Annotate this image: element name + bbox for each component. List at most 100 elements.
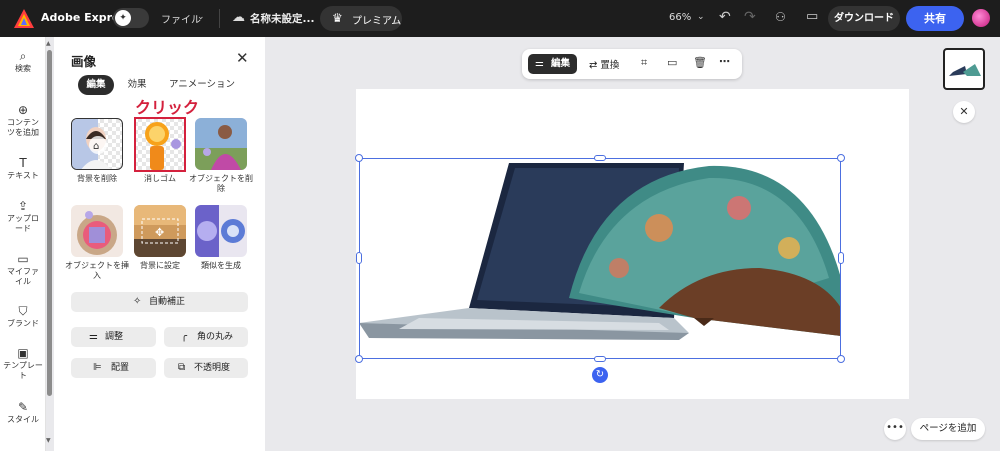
replace-icon: ⇄: [589, 60, 598, 71]
left-rail: ⌕ 検索 ⊕ コンテンツを追加 T テキスト ⇪ アップロード ▭ マイファイル…: [0, 37, 46, 451]
share-button[interactable]: 共有: [906, 6, 964, 31]
auto-enhance-button[interactable]: ✧ 自動補正: [71, 292, 248, 312]
tab-effects[interactable]: 効果: [120, 75, 154, 95]
highlight-box: [134, 117, 186, 172]
sliders-icon: ⚌: [535, 58, 544, 69]
rotate-icon[interactable]: ↻: [592, 367, 608, 383]
resize-handle-bottom-left[interactable]: [355, 355, 363, 363]
button-label: 角の丸み: [197, 332, 234, 342]
rail-label: スタイル: [7, 415, 39, 424]
replace-button[interactable]: ⇄ 置換: [589, 57, 619, 71]
corner-icon: ╭: [181, 331, 188, 342]
resize-handle-left[interactable]: [356, 252, 362, 264]
tool-label: 背景を削除: [77, 174, 117, 183]
avatar[interactable]: [972, 9, 990, 27]
adobe-express-logo[interactable]: [14, 9, 34, 28]
button-label: 調整: [105, 332, 124, 342]
rail-label: テキスト: [7, 171, 39, 180]
opacity-button[interactable]: ⧉ 不透明度: [164, 358, 248, 378]
image-panel: 画像 ✕ 編集 効果 アニメーション クリック ⌂ 背景を削除 消しゴム オブジ…: [54, 37, 265, 451]
scrollbar-thumb[interactable]: [47, 50, 52, 396]
trash-icon[interactable]: 🗑: [693, 56, 707, 69]
collaborate-icon[interactable]: ⚇: [775, 10, 786, 24]
sliders-icon: ⚌: [89, 331, 98, 342]
file-menu[interactable]: ファイル: [161, 11, 201, 26]
edit-button[interactable]: ⚌ 編集: [528, 54, 577, 74]
plus-circle-icon: ⊕: [17, 103, 29, 117]
bowl-thumbnail: [77, 211, 117, 255]
resize-handle-right[interactable]: [838, 252, 844, 264]
chevron-down-icon[interactable]: ⌄: [197, 12, 205, 22]
tool-label: 消しゴム: [144, 174, 176, 183]
zoom-level[interactable]: 66%: [669, 12, 691, 23]
comment-icon[interactable]: ▭: [667, 56, 677, 69]
rail-item-templates[interactable]: ▣ テンプレート: [0, 347, 46, 381]
rail-label: マイファイル: [7, 267, 39, 286]
insert-object-tool[interactable]: [71, 205, 123, 257]
more-options-icon[interactable]: •••: [884, 418, 906, 440]
rail-item-brand[interactable]: ⛉ ブランド: [0, 304, 46, 329]
resize-handle-bottom-right[interactable]: [837, 355, 845, 363]
add-page-button[interactable]: ページを追加: [911, 418, 985, 440]
rail-label: アップロード: [7, 214, 39, 233]
scroll-down-icon[interactable]: ▼: [46, 437, 51, 444]
chevron-down-icon[interactable]: ⌄: [697, 12, 705, 22]
rail-item-add-content[interactable]: ⊕ コンテンツを追加: [0, 103, 46, 138]
crop-icon[interactable]: ⌗: [641, 56, 647, 70]
comment-icon[interactable]: ▭: [806, 9, 818, 24]
page-thumbnail-preview: [949, 64, 981, 76]
resize-handle-top[interactable]: [594, 155, 606, 161]
canvas-toolbar: ⚌ 編集 ⇄ 置換 ⌗ ▭ 🗑 ⋯: [522, 49, 742, 79]
headphones-thumbnail: [195, 205, 245, 257]
panel-title: 画像: [71, 54, 97, 69]
premium-button[interactable]: ♛ プレミアム: [320, 6, 402, 31]
toggle-knob-icon: ✦: [115, 10, 131, 26]
set-as-background-tool[interactable]: ✥: [134, 205, 186, 257]
top-bar: Adobe Express ✦ ファイル ⌄ ☁ 名称未設定... ♛ プレミア…: [0, 0, 1000, 37]
style-icon: ✎: [17, 400, 29, 414]
close-icon[interactable]: ✕: [236, 49, 249, 67]
more-options-icon[interactable]: ⋯: [719, 55, 730, 68]
button-label: 配置: [111, 363, 130, 373]
corner-radius-button[interactable]: ╭ 角の丸み: [164, 327, 248, 347]
rail-label: テンプレート: [3, 361, 43, 380]
tab-edit[interactable]: 編集: [78, 75, 114, 95]
arrange-button[interactable]: ⊫ 配置: [71, 358, 156, 378]
landscape-thumbnail: ✥: [134, 205, 186, 257]
button-label: 自動補正: [149, 297, 186, 307]
rail-item-style[interactable]: ✎ スタイル: [0, 400, 46, 425]
rail-item-my-files[interactable]: ▭ マイファイル: [0, 253, 46, 287]
mode-toggle[interactable]: ✦: [113, 8, 149, 28]
resize-handle-top-right[interactable]: [837, 154, 845, 162]
svg-text:⌂: ⌂: [93, 141, 99, 152]
scroll-up-icon[interactable]: ▲: [46, 40, 51, 47]
tab-animation[interactable]: アニメーション: [164, 75, 240, 95]
page-thumbnail[interactable]: [943, 48, 985, 90]
search-icon: ⌕: [19, 49, 27, 63]
download-button[interactable]: ダウンロード: [828, 6, 900, 31]
document-name[interactable]: 名称未設定...: [250, 11, 314, 26]
rail-label: ブランド: [7, 319, 39, 328]
resize-handle-top-left[interactable]: [355, 154, 363, 162]
crown-icon: ♛: [332, 11, 343, 25]
close-icon[interactable]: ✕: [953, 101, 975, 123]
click-annotation: クリック: [135, 98, 200, 117]
rail-item-text[interactable]: T テキスト: [0, 157, 46, 181]
tool-label: 背景に設定: [140, 261, 180, 270]
button-label: 編集: [551, 58, 571, 69]
generate-similar-tool[interactable]: [195, 205, 247, 257]
selection-box[interactable]: [359, 158, 841, 359]
undo-icon[interactable]: ↶: [719, 9, 731, 25]
magic-wand-icon: ✧: [133, 296, 142, 307]
rail-item-search[interactable]: ⌕ 検索: [0, 49, 46, 74]
panel-scrollbar[interactable]: ▲ ▼: [46, 40, 53, 445]
portrait-thumbnail: ⌂: [72, 119, 111, 169]
remove-object-tool[interactable]: [195, 118, 247, 170]
remove-background-tool[interactable]: ⌂: [71, 118, 123, 170]
adjust-button[interactable]: ⚌ 調整: [71, 327, 156, 347]
rail-label: 検索: [15, 64, 31, 73]
brand-icon: ⛉: [18, 304, 28, 318]
redo-icon[interactable]: ↷: [744, 9, 756, 25]
rail-item-upload[interactable]: ⇪ アップロード: [0, 200, 46, 234]
resize-handle-bottom[interactable]: [594, 356, 606, 362]
